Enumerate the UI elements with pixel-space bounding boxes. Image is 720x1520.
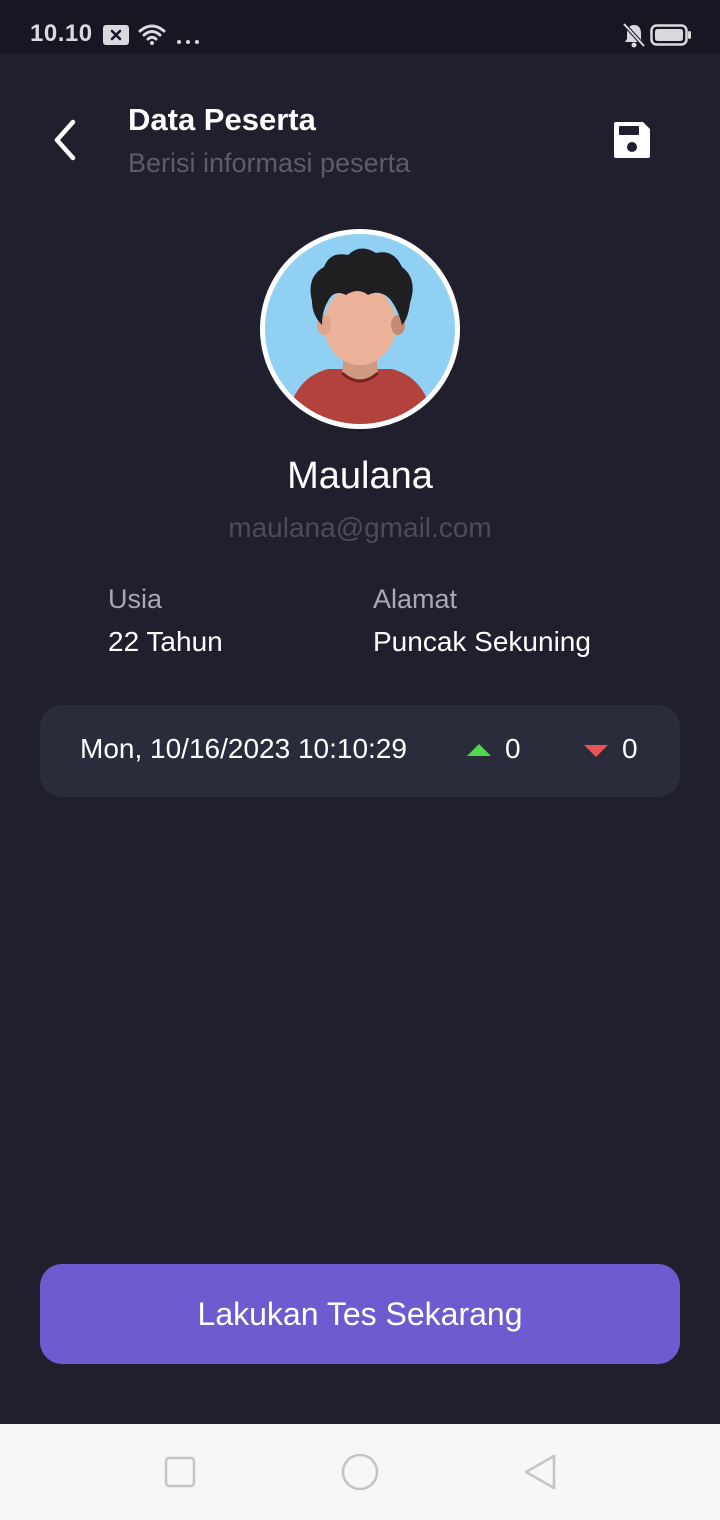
app-header: Data Peserta Berisi informasi peserta — [0, 54, 720, 204]
address-label: Alamat — [373, 584, 458, 614]
back-triangle-icon — [524, 1454, 556, 1490]
recent-apps-button[interactable] — [156, 1448, 204, 1496]
floppy-disk-icon — [614, 122, 650, 158]
home-icon — [341, 1453, 379, 1491]
page-subtitle: Berisi informasi peserta — [128, 148, 411, 178]
start-test-button[interactable]: Lakukan Tes Sekarang — [40, 1264, 680, 1364]
mute-notification-icon — [622, 22, 646, 53]
page-title: Data Peserta — [128, 102, 316, 137]
arrow-down-icon — [584, 745, 608, 757]
participant-name: Maulana — [287, 455, 433, 497]
chevron-left-icon — [54, 119, 76, 161]
battery-icon — [650, 24, 692, 51]
home-button[interactable] — [336, 1448, 384, 1496]
save-button[interactable] — [608, 116, 656, 164]
age-value: 22 Tahun — [108, 626, 223, 657]
up-count: 0 — [505, 733, 521, 764]
down-count: 0 — [622, 733, 638, 764]
avatar — [260, 229, 460, 429]
person-avatar-icon — [265, 234, 455, 424]
back-button[interactable] — [40, 116, 88, 164]
recent-apps-icon — [164, 1456, 196, 1488]
wifi-icon — [138, 22, 166, 51]
status-bar: 10.10 — [0, 0, 720, 54]
status-time: 10.10 — [30, 20, 93, 47]
more-dots-icon — [176, 32, 200, 50]
record-datetime: Mon, 10/16/2023 10:10:29 — [80, 733, 407, 764]
test-record-card[interactable]: Mon, 10/16/2023 10:10:29 0 0 — [40, 705, 680, 797]
close-notification-icon — [102, 24, 130, 51]
system-nav-bar — [0, 1424, 720, 1520]
arrow-up-icon — [467, 744, 491, 756]
age-label: Usia — [108, 584, 163, 614]
system-back-button[interactable] — [516, 1448, 564, 1496]
participant-email: maulana@gmail.com — [228, 512, 492, 543]
address-value: Puncak Sekuning — [373, 626, 591, 657]
